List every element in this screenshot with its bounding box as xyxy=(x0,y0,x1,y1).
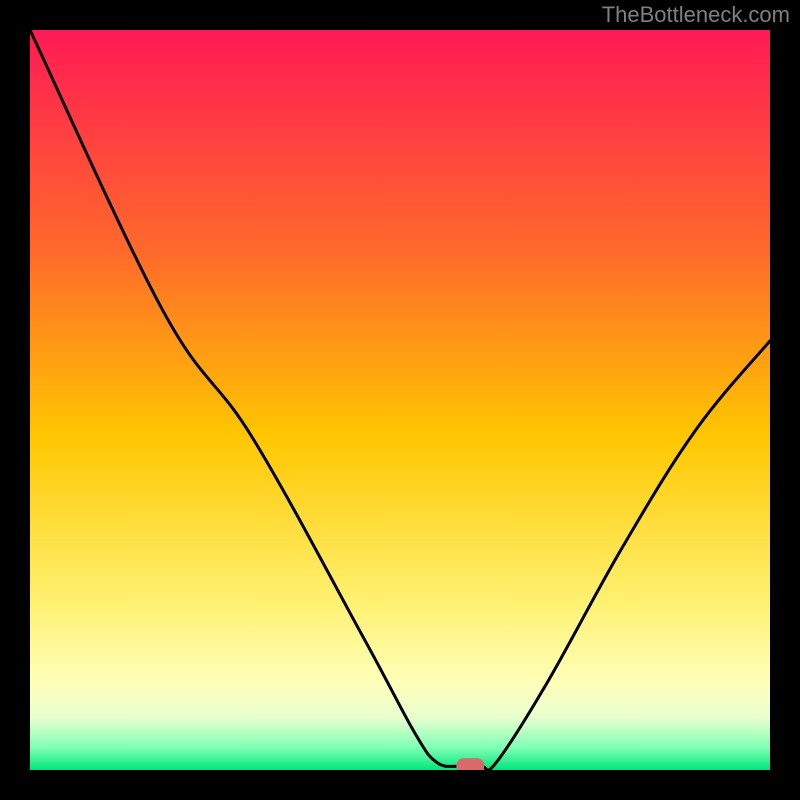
gradient-background xyxy=(30,30,770,770)
watermark-text: TheBottleneck.com xyxy=(602,2,790,28)
plot-area xyxy=(30,30,770,770)
optimal-marker xyxy=(456,758,484,770)
chart-frame: TheBottleneck.com xyxy=(0,0,800,800)
bottleneck-chart xyxy=(30,30,770,770)
